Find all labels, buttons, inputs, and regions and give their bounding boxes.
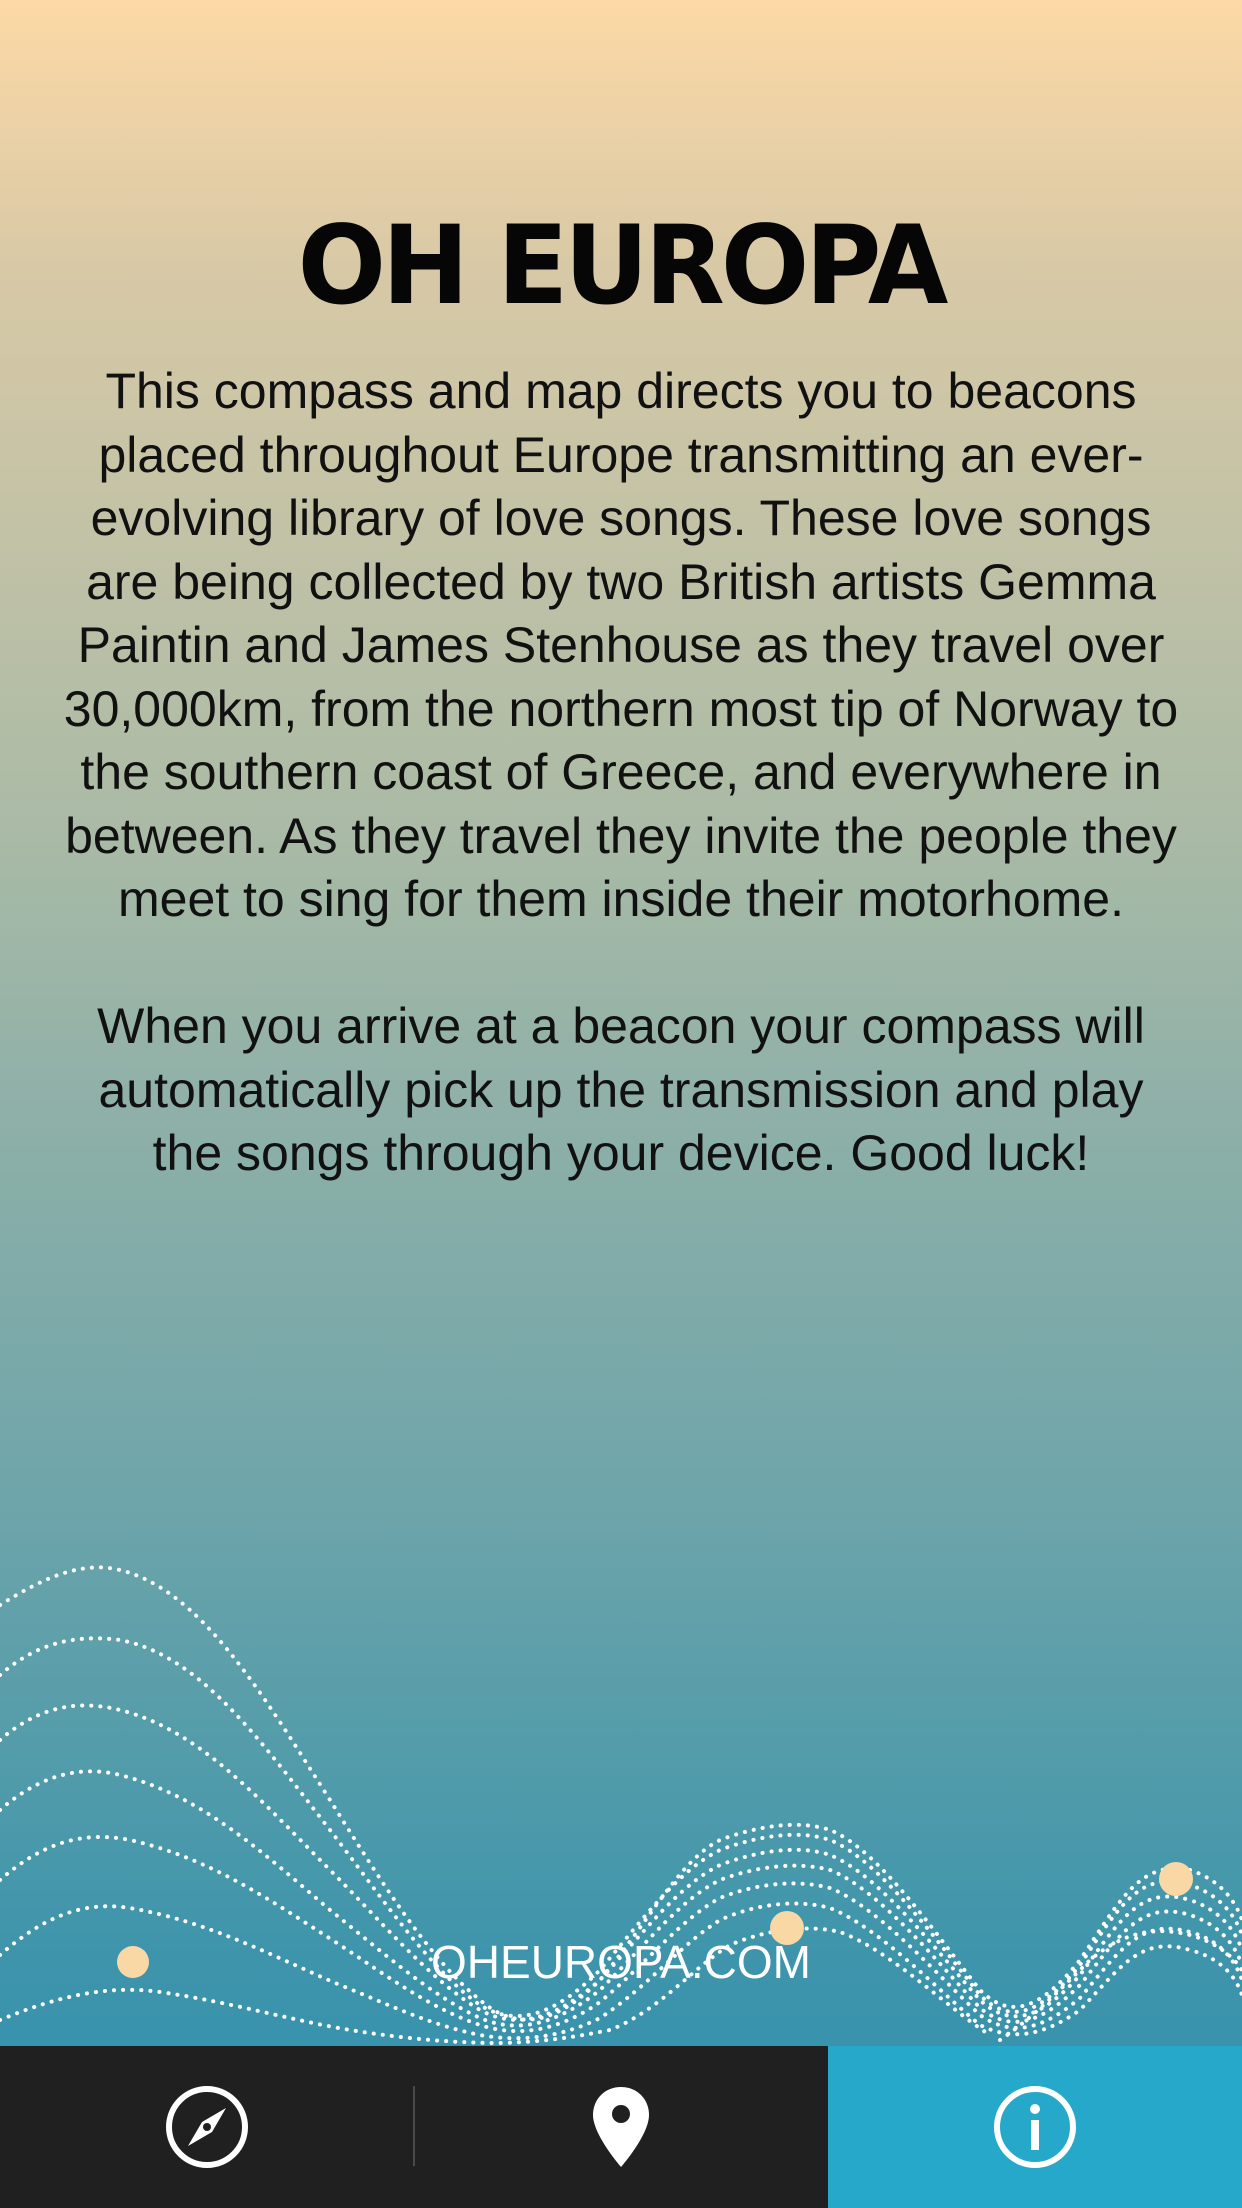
beacon-dot — [1159, 1862, 1193, 1896]
info-icon — [994, 2086, 1076, 2168]
compass-icon — [166, 2086, 248, 2168]
app-title: OH EUROPA — [297, 200, 949, 330]
info-screen: OH EUROPA This compass and map directs y… — [0, 0, 1242, 2208]
tab-compass[interactable] — [0, 2046, 414, 2208]
about-paragraph: This compass and map directs you to beac… — [63, 363, 1179, 927]
map-pin-icon — [593, 2087, 649, 2167]
tab-map[interactable] — [414, 2046, 828, 2208]
tab-info[interactable] — [828, 2046, 1242, 2208]
about-text: This compass and map directs you to beac… — [60, 360, 1182, 1186]
website-link[interactable]: OHEUROPA.COM — [0, 1932, 1242, 1992]
about-paragraph: When you arrive at a beacon your compass… — [97, 998, 1145, 1181]
tab-bar — [0, 2046, 1242, 2208]
